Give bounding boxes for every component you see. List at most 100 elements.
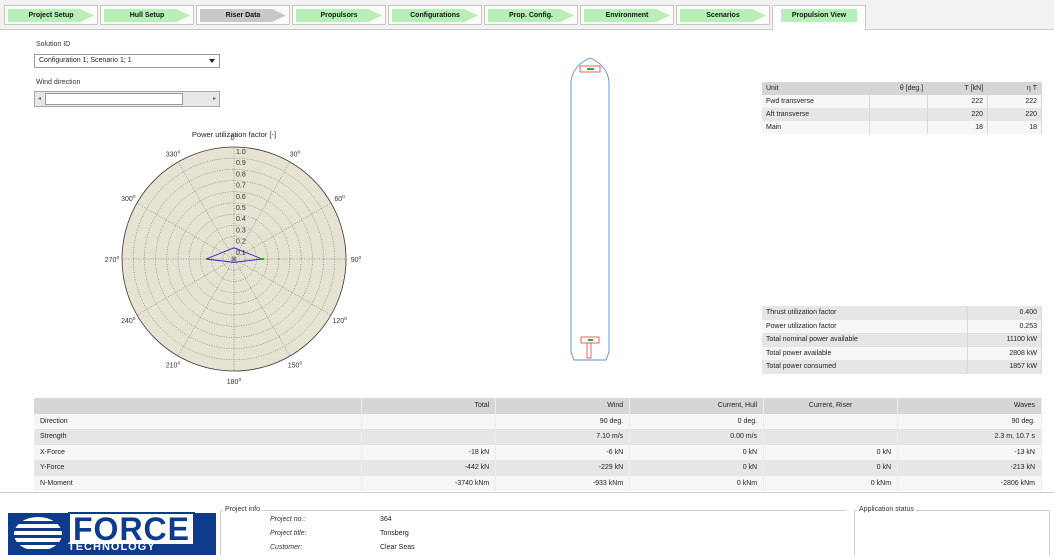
table-cell: -13 kN [897, 444, 1042, 460]
tab-hull-setup[interactable]: Hull Setup [100, 5, 194, 25]
table-cell: -18 kN [361, 444, 497, 460]
table-row[interactable]: Fwd transverse 222 222 [762, 95, 1042, 108]
force-technology-logo: FORCE TECHNOLOGY [8, 512, 216, 555]
wizard-tab-bar: Project Setup Hull Setup Riser Data Prop… [0, 0, 1054, 31]
tab-prop-config[interactable]: Prop. Config. [484, 5, 578, 25]
table-cell: Y-Force [34, 460, 363, 476]
column-header-angle[interactable]: θ [deg.] [869, 82, 929, 95]
table-cell: 220 [927, 108, 989, 121]
table-row[interactable]: Direction 90 deg. 0 deg. 90 deg. [34, 413, 1042, 429]
solution-id-dropdown[interactable]: Configuration 1; Scenario 1; 1 [34, 54, 220, 68]
table-cell: 0 kN [763, 460, 899, 476]
solution-id-label: Solution ID [36, 41, 71, 48]
table-cell: Main [762, 121, 871, 134]
tab-propulsors-label: Propulsors [296, 9, 382, 22]
project-no-label: Project no.: [270, 516, 306, 523]
table-row[interactable]: Y-Force -442 kN -229 kN 0 kN 0 kN -213 k… [34, 460, 1042, 476]
tab-propulsors[interactable]: Propulsors [292, 5, 386, 25]
vessel-outline-view [570, 57, 610, 361]
table-cell: 2.3 m, 10.7 s [897, 429, 1042, 445]
polar-angle-tick-label: 30o [290, 149, 301, 158]
scroll-right-icon[interactable]: ▸ [213, 95, 216, 102]
polar-angle-tick-label: 0o [231, 133, 238, 142]
summary-value: 0.253 [967, 319, 1042, 333]
table-cell: -229 kN [495, 460, 631, 476]
column-header-current-hull[interactable]: Current, Hull [629, 398, 765, 414]
table-row: Total power consumed 1857 kW [762, 360, 1042, 374]
tab-project-setup[interactable]: Project Setup [4, 5, 98, 25]
table-cell: -2806 kNm [897, 475, 1042, 491]
table-row[interactable]: N-Moment -3740 kNm -933 kNm 0 kNm 0 kNm … [34, 475, 1042, 491]
project-title-label: Project title: [270, 530, 307, 537]
tab-riser-data[interactable]: Riser Data [196, 5, 290, 25]
table-row[interactable]: Main 18 18 [762, 121, 1042, 134]
table-cell: N-Moment [34, 475, 363, 491]
application-status-group: Application status [854, 506, 1050, 555]
summary-label: Power utilization factor [762, 319, 969, 333]
table-cell: 18 [987, 121, 1042, 134]
column-header-waves[interactable]: Waves [897, 398, 1042, 414]
polar-radial-tick-label: 0.8 [236, 171, 246, 178]
table-cell: Direction [34, 413, 363, 429]
polar-radial-tick-label: 0.7 [236, 183, 246, 190]
polar-angle-tick-label: 210o [166, 361, 181, 370]
polar-angle-tick-label: 60o [334, 194, 345, 203]
table-cell: 0 kNm [763, 475, 899, 491]
table-row[interactable]: Strength 7.10 m/s 0.00 m/s 2.3 m, 10.7 s [34, 429, 1042, 445]
thruster-table-header: Unit θ [deg.] T [kN] η T [762, 82, 1042, 95]
wind-direction-label: Wind direction [36, 79, 81, 86]
polar-radial-tick-label: 0.6 [236, 194, 246, 201]
customer-value: Clear Seas [380, 544, 415, 551]
table-cell: -213 kN [897, 460, 1042, 476]
table-cell: X-Force [34, 444, 363, 460]
column-header-eta-thrust[interactable]: η T [987, 82, 1042, 95]
tab-configurations[interactable]: Configurations [388, 5, 482, 25]
solution-id-value: Configuration 1; Scenario 1; 1 [39, 57, 132, 64]
column-header-unit[interactable]: Unit [762, 82, 871, 95]
column-header-thrust[interactable]: T [kN] [927, 82, 989, 95]
table-cell: Strength [34, 429, 363, 445]
column-header-wind[interactable]: Wind [495, 398, 631, 414]
utilization-summary-table: Thrust utilization factor 0.400 Power ut… [762, 306, 1042, 374]
table-cell: Aft transverse [762, 108, 871, 121]
polar-angle-tick-label: 270o [105, 255, 120, 264]
polar-radial-tick-label: 1.0 [236, 149, 246, 156]
tab-configurations-label: Configurations [392, 9, 478, 22]
polar-heading-marker [260, 258, 264, 260]
tab-scenarios[interactable]: Scenarios [676, 5, 770, 25]
project-title-value: Tonsberg [380, 530, 409, 537]
table-row[interactable]: Aft transverse 220 220 [762, 108, 1042, 121]
polar-angle-tick-label: 120o [332, 316, 347, 325]
table-cell [869, 108, 929, 121]
summary-value: 2808 kW [967, 346, 1042, 360]
table-cell: 222 [927, 95, 989, 108]
column-header-quantity[interactable] [34, 398, 363, 414]
table-cell [869, 121, 929, 134]
table-cell: 0 kNm [629, 475, 765, 491]
column-header-current-riser[interactable]: Current, Riser [763, 398, 899, 414]
table-cell: -6 kN [495, 444, 631, 460]
tab-environment[interactable]: Environment [580, 5, 674, 25]
table-cell: 18 [927, 121, 989, 134]
wind-direction-thumb[interactable] [45, 93, 183, 105]
table-row: Total power available 2808 kW [762, 346, 1042, 360]
chevron-down-icon [209, 59, 215, 63]
table-cell: -933 kNm [495, 475, 631, 491]
tab-riser-data-label: Riser Data [200, 9, 286, 22]
force-table-header: Total Wind Current, Hull Current, Riser … [34, 398, 1042, 414]
power-utilization-polar-plot: Power utilization factor [-] 0.10.20.30.… [105, 130, 362, 386]
column-header-total[interactable]: Total [361, 398, 497, 414]
table-row[interactable]: X-Force -18 kN -6 kN 0 kN 0 kN -13 kN [34, 444, 1042, 460]
table-row: Thrust utilization factor 0.400 [762, 306, 1042, 320]
table-cell: 0 deg. [629, 413, 765, 429]
main-propulsor [586, 342, 592, 359]
table-row: Power utilization factor 0.253 [762, 319, 1042, 333]
summary-label: Total nominal power available [762, 333, 969, 347]
polar-angle-tick-label: 330o [166, 149, 181, 158]
table-cell [763, 429, 899, 445]
table-cell: 90 deg. [495, 413, 631, 429]
scroll-left-icon[interactable]: ◂ [38, 95, 41, 102]
table-cell: 0.00 m/s [629, 429, 765, 445]
tab-propulsion-view[interactable]: Propulsion View [772, 5, 866, 31]
wind-direction-slider[interactable]: ◂ ▸ [34, 91, 220, 107]
